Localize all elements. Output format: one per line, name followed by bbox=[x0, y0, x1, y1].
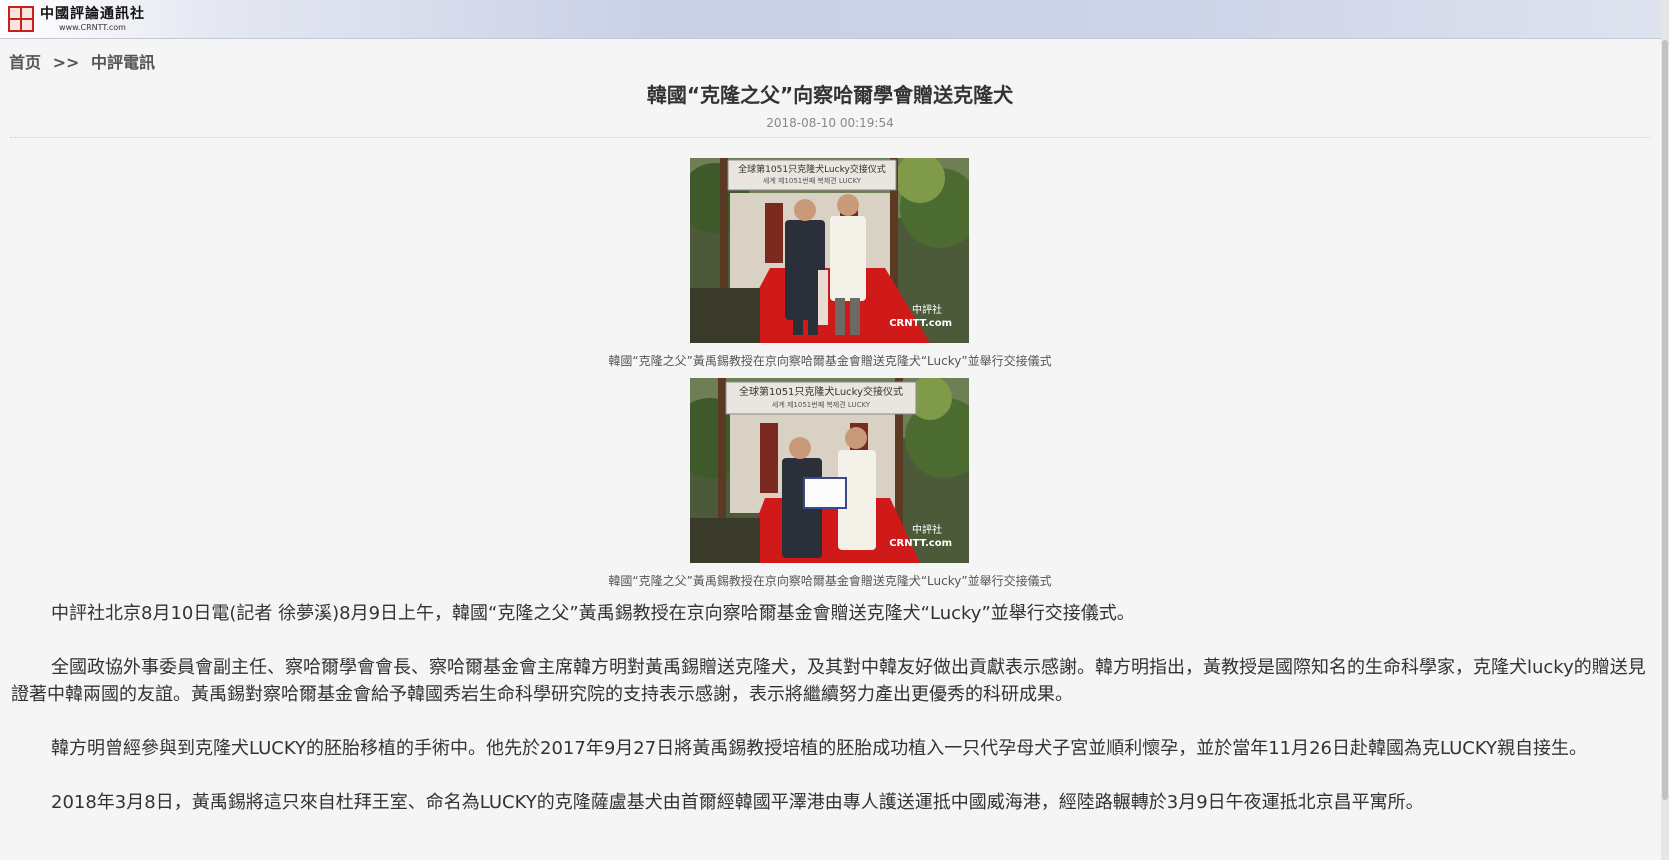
photo-2-banner-subtext: 세계 제1051번째 복제견 LUCKY bbox=[772, 400, 871, 409]
page-scrollbar[interactable] bbox=[1661, 0, 1669, 860]
site-logo[interactable]: 中國評論通訊社 www.CRNTT.com bbox=[8, 4, 145, 34]
photo-2-watermark-en: CRNTT.com bbox=[889, 538, 952, 549]
scrollbar-thumb[interactable] bbox=[1662, 40, 1668, 800]
breadcrumb-separator: >> bbox=[52, 53, 80, 72]
photo-1-banner-text: 全球第1051只克隆犬Lucky交接仪式 bbox=[738, 163, 886, 175]
breadcrumb: 首页 >> 中評電訊 bbox=[9, 49, 155, 73]
article-photo-2[interactable]: 全球第1051只克隆犬Lucky交接仪式 세계 제1051번째 복제견 LUCK… bbox=[690, 378, 969, 563]
photo-2-watermark-cn: 中評社 bbox=[912, 523, 942, 536]
article-paragraph: 2018年3月8日，黃禹錫將這只來自杜拜王室、命名為LUCKY的克隆薩盧基犬由首… bbox=[51, 792, 1424, 813]
photo-2-banner-text: 全球第1051只克隆犬Lucky交接仪式 bbox=[739, 385, 903, 398]
breadcrumb-section-link[interactable]: 中評電訊 bbox=[91, 53, 155, 72]
photo-1-watermark-en: CRNTT.com bbox=[889, 318, 952, 329]
article-paragraph: 中評社北京8月10日電(記者 徐夢溪)8月9日上午，韓國“克隆之父”黃禹錫教授在… bbox=[51, 603, 1135, 624]
article-body: 中評社北京8月10日電(記者 徐夢溪)8月9日上午，韓國“克隆之父”黃禹錫教授在… bbox=[11, 600, 1651, 843]
photo-caption-1: 韓國“克隆之父”黃禹錫教授在京向察哈爾基金會贈送克隆犬“Lucky”並舉行交接儀… bbox=[608, 354, 1052, 368]
logo-url: www.CRNTT.com bbox=[59, 22, 126, 32]
site-header: 中國評論通訊社 www.CRNTT.com bbox=[0, 0, 1669, 39]
article-paragraph: 韓方明曾經參與到克隆犬LUCKY的胚胎移植的手術中。他先於2017年9月27日將… bbox=[51, 738, 1588, 759]
photo-1-watermark-cn: 中評社 bbox=[912, 303, 942, 316]
title-divider bbox=[10, 137, 1650, 138]
seal-icon bbox=[8, 6, 34, 32]
logo-name: 中國評論通訊社 bbox=[40, 5, 145, 22]
article-photo-1[interactable]: 全球第1051只克隆犬Lucky交接仪式 세계 제1051번째 복제견 LUCK… bbox=[690, 158, 969, 343]
article-title: 韓國“克隆之父”向察哈爾學會贈送克隆犬 bbox=[646, 83, 1014, 107]
article-datetime: 2018-08-10 00:19:54 bbox=[766, 116, 894, 130]
photo-caption-2: 韓國“克隆之父”黃禹錫教授在京向察哈爾基金會贈送克隆犬“Lucky”並舉行交接儀… bbox=[608, 574, 1052, 588]
breadcrumb-home-link[interactable]: 首页 bbox=[9, 53, 41, 72]
photo-1-banner-subtext: 세계 제1051번째 복제견 LUCKY bbox=[763, 176, 862, 185]
article-paragraph: 全國政協外事委員會副主任、察哈爾學會會長、察哈爾基金會主席韓方明對黃禹錫贈送克隆… bbox=[11, 657, 1646, 705]
